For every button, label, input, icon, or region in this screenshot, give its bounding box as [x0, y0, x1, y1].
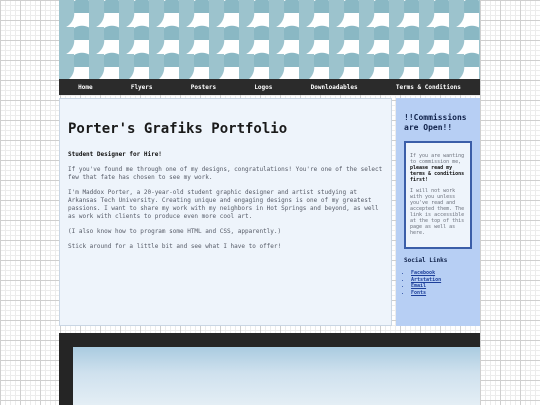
facebook-link[interactable]: Facebook [411, 270, 435, 276]
nav-bar: Home Flyers Posters Logos Downloadables … [59, 79, 480, 95]
commissions-heading: !!Commissions are Open!! [404, 113, 467, 132]
nav-home[interactable]: Home [78, 84, 92, 91]
page-title: Porter's Grafiks Portfolio [68, 121, 288, 137]
nav-downloadables[interactable]: Downloadables [311, 84, 358, 91]
social-links-title: Social Links [404, 257, 448, 264]
sidebar: !!Commissions are Open!! If you are want… [396, 98, 480, 326]
nav-terms-conditions[interactable]: Terms & Conditions [396, 84, 461, 91]
page-subtitle: Student Designer for Hire! [68, 151, 162, 158]
nav-posters[interactable]: Posters [191, 84, 216, 91]
skills-paragraph: (I also know how to program some HTML an… [68, 228, 282, 235]
closing-paragraph: Stick around for a little bit and see wh… [68, 243, 282, 250]
header-banner [59, 0, 480, 79]
notice-intro: If you are wanting to commission me, ple… [410, 153, 466, 183]
artstation-link[interactable]: Artstation [411, 277, 441, 283]
email-link[interactable]: Email [411, 283, 426, 289]
about-paragraph: I'm Maddox Porter, a 20-year-old student… [68, 189, 379, 220]
notice-bold-text: please read my terms & conditions first! [410, 165, 465, 183]
nav-flyers[interactable]: Flyers [131, 84, 153, 91]
site-container: Home Flyers Posters Logos Downloadables … [59, 0, 480, 405]
notice-body: I will not work with you unless you've r… [410, 188, 465, 236]
gallery-section [59, 333, 480, 405]
fonts-link[interactable]: Fonts [411, 290, 426, 296]
gallery-image [73, 347, 480, 405]
commission-notice: If you are wanting to commission me, ple… [404, 141, 472, 249]
social-links-list: Facebook Artstation Email Fonts [404, 270, 472, 296]
nav-logos[interactable]: Logos [254, 84, 272, 91]
intro-paragraph: If you've found me through one of my des… [68, 166, 383, 181]
list-item: Fonts [411, 290, 472, 297]
notice-intro-text: If you are wanting to commission me, [410, 153, 465, 165]
main-content: Porter's Grafiks Portfolio Student Desig… [59, 98, 392, 326]
